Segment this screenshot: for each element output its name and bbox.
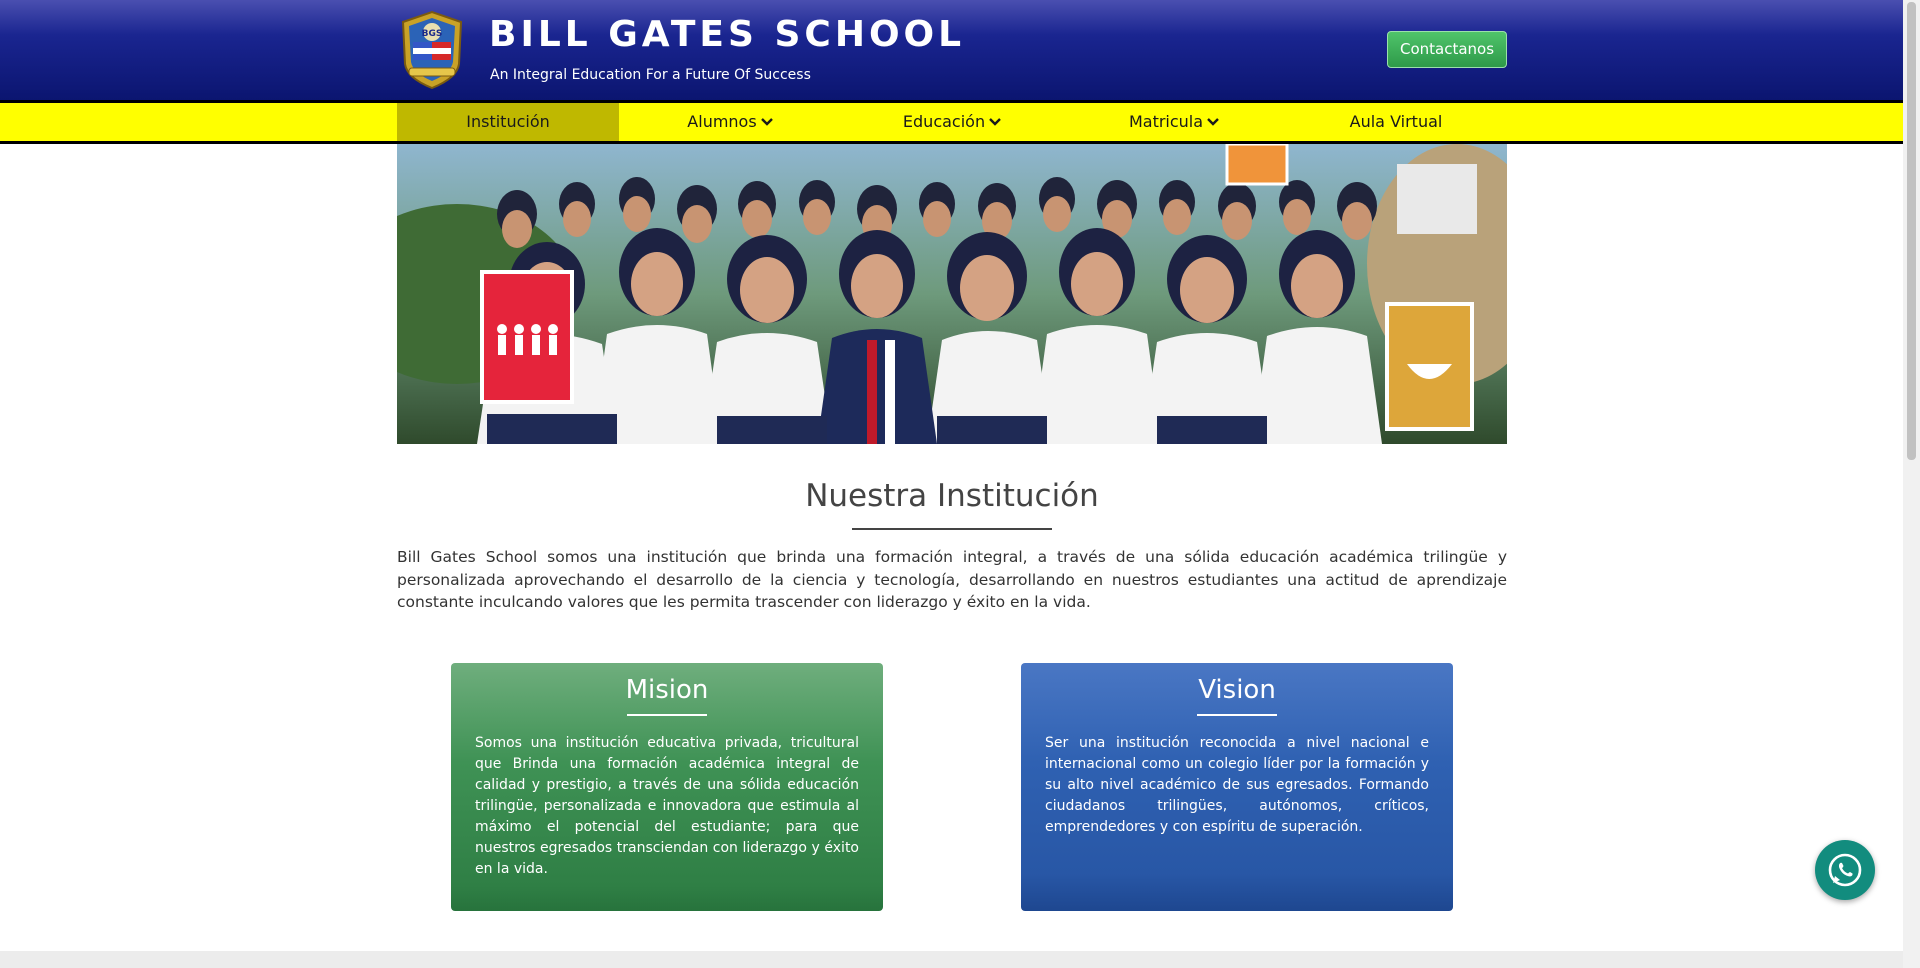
site-header: BGS BILL GATES SCHOOL An Integral Educat…: [0, 0, 1903, 100]
header-inner: BGS BILL GATES SCHOOL An Integral Educat…: [397, 0, 1507, 100]
nav-item-label: Educación: [902, 112, 986, 131]
nav-item-matricula[interactable]: Matricula: [1063, 103, 1285, 141]
page: BGS BILL GATES SCHOOL An Integral Educat…: [0, 0, 1920, 968]
mision-card: Mision Somos una institución educativa p…: [451, 663, 883, 911]
vision-card: Vision Ser una institución reconocida a …: [1021, 663, 1453, 911]
chevron-down-icon: [1207, 118, 1219, 126]
vision-divider: [1197, 714, 1277, 716]
scroll-thumb[interactable]: [1907, 2, 1916, 460]
whatsapp-button[interactable]: [1815, 840, 1875, 900]
nav-item-educacion[interactable]: Educación: [841, 103, 1063, 141]
nav-item-institucion[interactable]: Institución: [397, 103, 619, 141]
hero-image: [397, 144, 1507, 444]
site-subtitle: An Integral Education For a Future Of Su…: [490, 67, 811, 83]
intro-paragraph: Bill Gates School somos una institución …: [397, 548, 1507, 611]
mision-divider: [627, 714, 707, 716]
section-title: Nuestra Institución: [805, 478, 1099, 514]
page-scrollbar[interactable]: [1903, 0, 1920, 968]
chevron-down-icon: [989, 118, 1001, 126]
nav-item-label: Matricula: [1128, 112, 1204, 131]
chevron-down-icon: [760, 118, 773, 126]
nav-item-aula-virtual[interactable]: Aula Virtual: [1285, 103, 1507, 141]
site-title[interactable]: BILL GATES SCHOOL: [489, 14, 965, 55]
main-nav: Institución Alumnos Educación Matricula …: [0, 100, 1903, 144]
contact-button[interactable]: Contactanos: [1387, 31, 1507, 68]
vision-text: Ser una institución reconocida a nivel n…: [1045, 735, 1429, 835]
title-divider: [852, 528, 1052, 530]
whatsapp-icon: [1828, 853, 1862, 887]
nav-item-label: Institución: [466, 112, 550, 131]
svg-text:BGS: BGS: [422, 29, 443, 39]
school-crest-icon[interactable]: BGS: [397, 8, 467, 90]
vision-title: Vision: [1198, 675, 1276, 705]
nav-item-label: Alumnos: [687, 112, 757, 131]
footer-strip: [0, 951, 1903, 968]
nav-item-label: Aula Virtual: [1349, 112, 1443, 131]
mision-text: Somos una institución educativa privada,…: [475, 735, 859, 877]
nav-item-alumnos[interactable]: Alumnos: [619, 103, 841, 141]
nav-inner: Institución Alumnos Educación Matricula …: [397, 103, 1507, 141]
mision-title: Mision: [625, 675, 709, 705]
